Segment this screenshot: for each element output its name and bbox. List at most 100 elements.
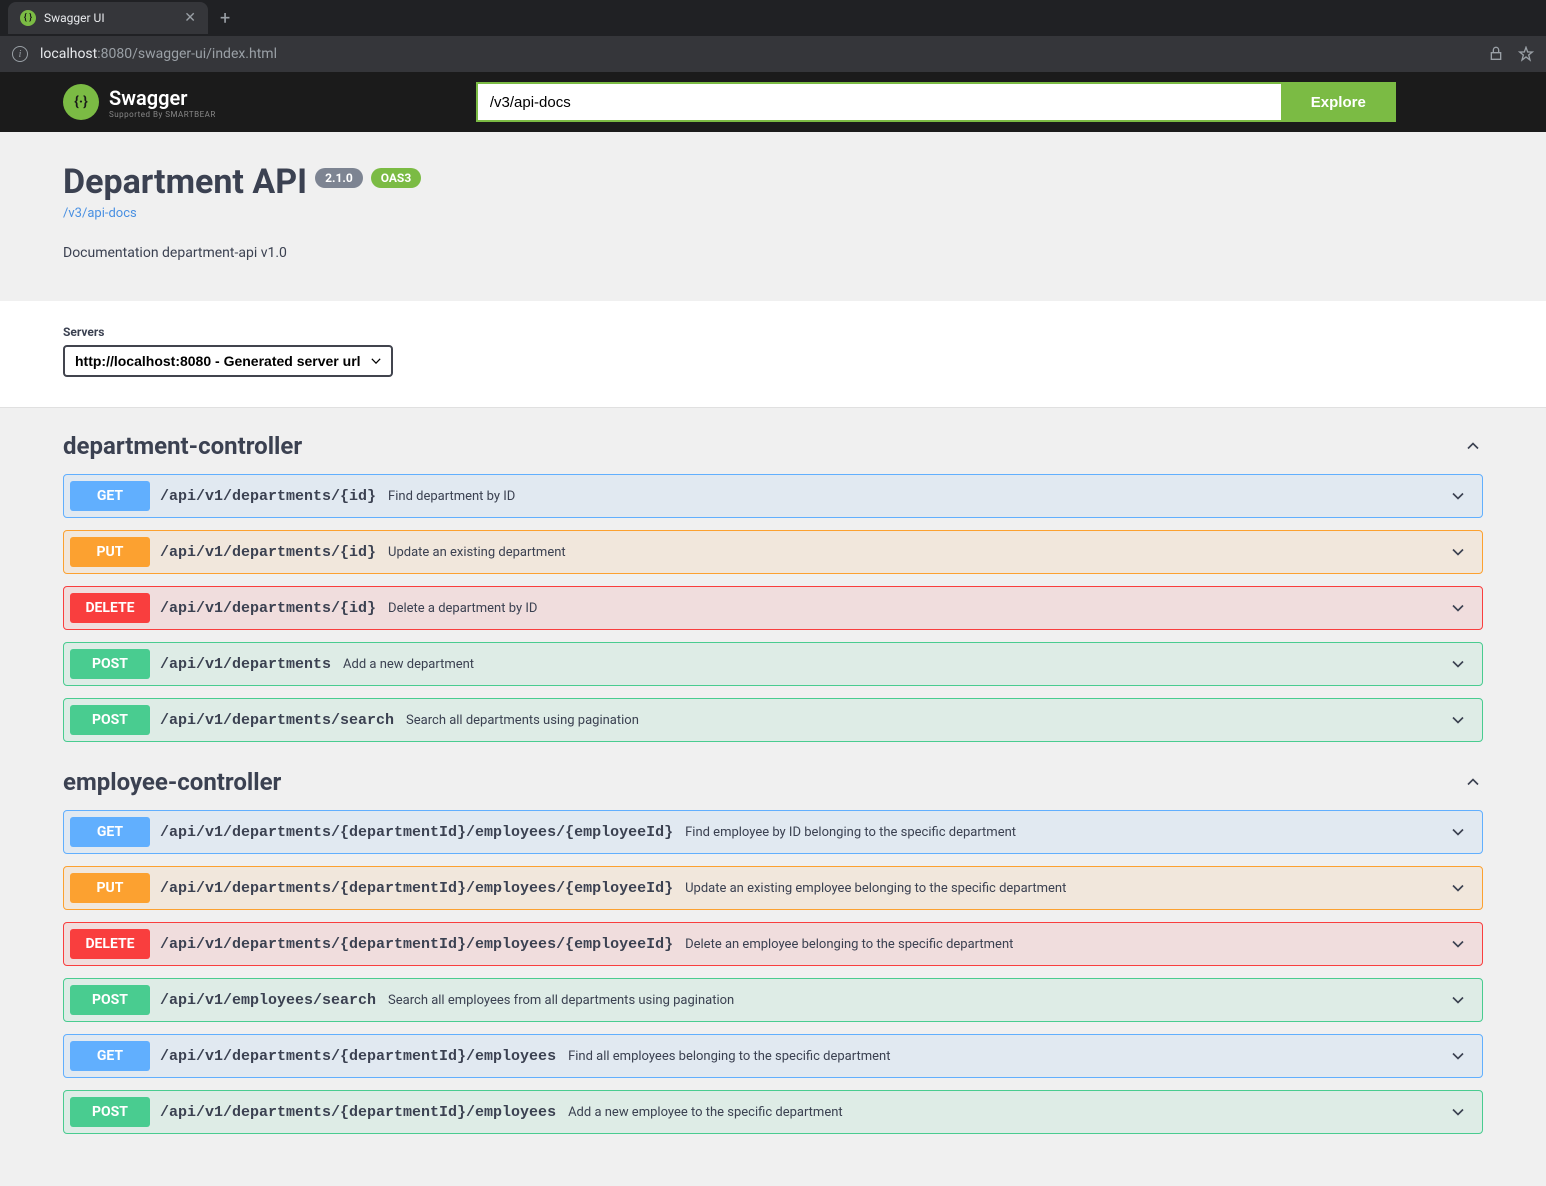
operations-section: department-controller GET /api/v1/depart…	[0, 408, 1546, 1186]
url-host: localhost	[40, 46, 97, 62]
chevron-down-icon	[1448, 934, 1468, 954]
tag-name: department-controller	[63, 432, 302, 460]
http-method-badge: POST	[70, 985, 150, 1015]
operation-block[interactable]: GET /api/v1/departments/{departmentId}/e…	[63, 1034, 1483, 1078]
swagger-topbar: {·} Swagger Supported By SMARTBEAR Explo…	[0, 72, 1546, 132]
operation-description: Update an existing department	[388, 545, 1448, 560]
version-badge: 2.1.0	[315, 168, 363, 188]
operation-summary[interactable]: GET /api/v1/departments/{departmentId}/e…	[64, 1035, 1482, 1077]
operation-block[interactable]: POST /api/v1/departments/{departmentId}/…	[63, 1090, 1483, 1134]
browser-action-icons	[1488, 46, 1534, 62]
api-title: Department API	[63, 162, 307, 202]
operation-summary[interactable]: PUT /api/v1/departments/{id} Update an e…	[64, 531, 1482, 573]
chevron-down-icon	[1448, 486, 1468, 506]
spec-url-input[interactable]	[476, 82, 1281, 122]
operation-path: /api/v1/departments/{departmentId}/emplo…	[160, 824, 673, 841]
browser-tab-bar: { } Swagger UI ✕ +	[0, 0, 1546, 36]
chevron-down-icon	[1448, 542, 1468, 562]
http-method-badge: POST	[70, 649, 150, 679]
http-method-badge: POST	[70, 1097, 150, 1127]
operation-block[interactable]: GET /api/v1/departments/{id} Find depart…	[63, 474, 1483, 518]
http-method-badge: GET	[70, 481, 150, 511]
new-tab-button[interactable]: +	[208, 8, 242, 29]
operation-path: /api/v1/departments/{id}	[160, 488, 376, 505]
api-info-section: Department API 2.1.0 OAS3 /v3/api-docs D…	[0, 132, 1546, 301]
servers-section: Servers http://localhost:8080 - Generate…	[0, 301, 1546, 408]
operation-summary[interactable]: DELETE /api/v1/departments/{id} Delete a…	[64, 587, 1482, 629]
explore-button[interactable]: Explore	[1281, 82, 1396, 122]
http-method-badge: GET	[70, 1041, 150, 1071]
browser-address-bar: i localhost:8080/swagger-ui/index.html	[0, 36, 1546, 72]
operation-block[interactable]: POST /api/v1/employees/search Search all…	[63, 978, 1483, 1022]
chevron-down-icon	[1448, 598, 1468, 618]
servers-select[interactable]: http://localhost:8080 - Generated server…	[63, 345, 393, 377]
swagger-logo-icon: {·}	[63, 84, 99, 120]
swagger-favicon-icon: { }	[20, 10, 36, 26]
operation-path: /api/v1/employees/search	[160, 992, 376, 1009]
operation-path: /api/v1/departments/{departmentId}/emplo…	[160, 1104, 556, 1121]
operation-block[interactable]: GET /api/v1/departments/{departmentId}/e…	[63, 810, 1483, 854]
operation-description: Search all departments using pagination	[406, 713, 1448, 728]
operation-summary[interactable]: DELETE /api/v1/departments/{departmentId…	[64, 923, 1482, 965]
operation-path: /api/v1/departments/{departmentId}/emplo…	[160, 880, 673, 897]
swagger-logo-subtext: Supported By SMARTBEAR	[109, 110, 216, 119]
operation-path: /api/v1/departments/search	[160, 712, 394, 729]
api-docs-link[interactable]: /v3/api-docs	[63, 206, 1483, 221]
operation-summary[interactable]: GET /api/v1/departments/{departmentId}/e…	[64, 811, 1482, 853]
browser-chrome: { } Swagger UI ✕ + i localhost:8080/swag…	[0, 0, 1546, 72]
chevron-down-icon	[1448, 1102, 1468, 1122]
chevron-up-icon	[1463, 772, 1483, 792]
operation-description: Delete an employee belonging to the spec…	[685, 937, 1448, 952]
operation-summary[interactable]: POST /api/v1/departments Add a new depar…	[64, 643, 1482, 685]
operation-summary[interactable]: POST /api/v1/departments/{departmentId}/…	[64, 1091, 1482, 1133]
tag-header[interactable]: employee-controller	[63, 754, 1483, 810]
http-method-badge: POST	[70, 705, 150, 735]
servers-label: Servers	[63, 325, 1483, 339]
operation-block[interactable]: PUT /api/v1/departments/{departmentId}/e…	[63, 866, 1483, 910]
operation-block[interactable]: POST /api/v1/departments Add a new depar…	[63, 642, 1483, 686]
chevron-up-icon	[1463, 436, 1483, 456]
chevron-down-icon	[1448, 822, 1468, 842]
operation-description: Find all employees belonging to the spec…	[568, 1049, 1448, 1064]
chevron-down-icon	[1448, 654, 1468, 674]
operation-block[interactable]: DELETE /api/v1/departments/{id} Delete a…	[63, 586, 1483, 630]
tag-name: employee-controller	[63, 768, 281, 796]
operation-summary[interactable]: POST /api/v1/employees/search Search all…	[64, 979, 1482, 1021]
operation-block[interactable]: POST /api/v1/departments/search Search a…	[63, 698, 1483, 742]
operation-summary[interactable]: GET /api/v1/departments/{id} Find depart…	[64, 475, 1482, 517]
operation-summary[interactable]: PUT /api/v1/departments/{departmentId}/e…	[64, 867, 1482, 909]
operation-description: Find department by ID	[388, 489, 1448, 504]
url-display[interactable]: localhost:8080/swagger-ui/index.html	[40, 46, 1476, 62]
close-tab-icon[interactable]: ✕	[184, 10, 196, 26]
operation-summary[interactable]: POST /api/v1/departments/search Search a…	[64, 699, 1482, 741]
share-icon[interactable]	[1488, 46, 1504, 62]
http-method-badge: GET	[70, 817, 150, 847]
http-method-badge: DELETE	[70, 593, 150, 623]
api-description: Documentation department-api v1.0	[63, 245, 1483, 261]
operation-path: /api/v1/departments/{departmentId}/emplo…	[160, 1048, 556, 1065]
operation-path: /api/v1/departments/{departmentId}/emplo…	[160, 936, 673, 953]
chevron-down-icon	[1448, 878, 1468, 898]
bookmark-star-icon[interactable]	[1518, 46, 1534, 62]
swagger-logo[interactable]: {·} Swagger Supported By SMARTBEAR	[63, 84, 216, 120]
chevron-down-icon	[1448, 1046, 1468, 1066]
operation-block[interactable]: DELETE /api/v1/departments/{departmentId…	[63, 922, 1483, 966]
operation-path: /api/v1/departments/{id}	[160, 600, 376, 617]
swagger-logo-text: Swagger	[109, 86, 216, 110]
operation-description: Delete a department by ID	[388, 601, 1448, 616]
operation-path: /api/v1/departments	[160, 656, 331, 673]
chevron-down-icon	[1448, 710, 1468, 730]
oas-badge: OAS3	[371, 168, 422, 188]
spec-url-form: Explore	[476, 82, 1396, 122]
tab-title: Swagger UI	[44, 11, 176, 25]
operation-block[interactable]: PUT /api/v1/departments/{id} Update an e…	[63, 530, 1483, 574]
browser-tab[interactable]: { } Swagger UI ✕	[8, 2, 208, 34]
operation-description: Find employee by ID belonging to the spe…	[685, 825, 1448, 840]
tag-header[interactable]: department-controller	[63, 418, 1483, 474]
site-info-icon[interactable]: i	[12, 46, 28, 62]
http-method-badge: PUT	[70, 537, 150, 567]
operation-description: Search all employees from all department…	[388, 993, 1448, 1008]
operation-description: Add a new department	[343, 657, 1448, 672]
http-method-badge: DELETE	[70, 929, 150, 959]
operation-description: Add a new employee to the specific depar…	[568, 1105, 1448, 1120]
